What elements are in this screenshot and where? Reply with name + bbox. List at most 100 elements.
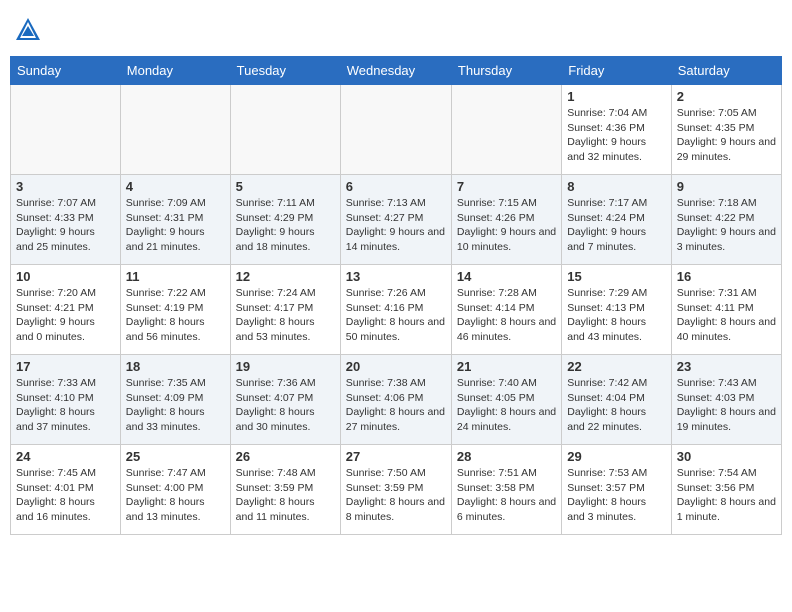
day-info: Sunrise: 7:26 AM Sunset: 4:16 PM Dayligh… xyxy=(346,286,446,345)
day-info: Sunrise: 7:53 AM Sunset: 3:57 PM Dayligh… xyxy=(567,466,665,525)
calendar-cell xyxy=(11,85,121,175)
calendar-cell: 3Sunrise: 7:07 AM Sunset: 4:33 PM Daylig… xyxy=(11,175,121,265)
day-info: Sunrise: 7:33 AM Sunset: 4:10 PM Dayligh… xyxy=(16,376,115,435)
week-row-1: 1 Sunrise: 7:04 AM Sunset: 4:36 PM Daylig… xyxy=(11,85,782,175)
day-number: 25 xyxy=(126,449,225,464)
calendar-cell: 5 Sunrise: 7:11 AM Sunset: 4:29 PM Daylig… xyxy=(230,175,340,265)
day-info: Sunrise: 7:11 AM Sunset: 4:29 PM Dayligh… xyxy=(236,196,335,255)
column-header-sunday: Sunday xyxy=(11,57,121,85)
week-row-5: 24 Sunrise: 7:45 AM Sunset: 4:01 PM Dayli… xyxy=(11,445,782,535)
calendar-cell xyxy=(230,85,340,175)
calendar-cell: 23 Sunrise: 7:43 AM Sunset: 4:03 PM Dayli… xyxy=(671,355,781,445)
day-number: 10 xyxy=(16,269,115,284)
day-info: Sunrise: 7:40 AM Sunset: 4:05 PM Dayligh… xyxy=(457,376,556,435)
calendar-cell: 30 Sunrise: 7:54 AM Sunset: 3:56 PM Dayli… xyxy=(671,445,781,535)
day-number: 22 xyxy=(567,359,665,374)
column-header-wednesday: Wednesday xyxy=(340,57,451,85)
calendar-cell: 18 Sunrise: 7:35 AM Sunset: 4:09 PM Dayli… xyxy=(120,355,230,445)
calendar-cell: 11 Sunrise: 7:22 AM Sunset: 4:19 PM Dayli… xyxy=(120,265,230,355)
day-number: 5 xyxy=(236,179,335,194)
column-header-tuesday: Tuesday xyxy=(230,57,340,85)
calendar-cell: 25 Sunrise: 7:47 AM Sunset: 4:00 PM Dayli… xyxy=(120,445,230,535)
day-number: 15 xyxy=(567,269,665,284)
day-number: 4 xyxy=(126,179,225,194)
calendar-cell: 28 Sunrise: 7:51 AM Sunset: 3:58 PM Dayli… xyxy=(451,445,561,535)
day-info: Sunrise: 7:35 AM Sunset: 4:09 PM Dayligh… xyxy=(126,376,225,435)
day-number: 8 xyxy=(567,179,665,194)
day-info: Sunrise: 7:50 AM Sunset: 3:59 PM Dayligh… xyxy=(346,466,446,525)
page-header xyxy=(10,10,782,50)
calendar-cell: 29 Sunrise: 7:53 AM Sunset: 3:57 PM Dayli… xyxy=(562,445,671,535)
calendar-cell: 17 Sunrise: 7:33 AM Sunset: 4:10 PM Dayli… xyxy=(11,355,121,445)
calendar-cell: 27 Sunrise: 7:50 AM Sunset: 3:59 PM Dayli… xyxy=(340,445,451,535)
day-info: Sunrise: 7:43 AM Sunset: 4:03 PM Dayligh… xyxy=(677,376,776,435)
column-header-thursday: Thursday xyxy=(451,57,561,85)
day-info: Sunrise: 7:20 AM Sunset: 4:21 PM Dayligh… xyxy=(16,286,115,345)
calendar-cell: 20Sunrise: 7:38 AM Sunset: 4:06 PM Dayli… xyxy=(340,355,451,445)
logo-icon xyxy=(14,16,42,44)
day-info: Sunrise: 7:31 AM Sunset: 4:11 PM Dayligh… xyxy=(677,286,776,345)
day-info: Sunrise: 7:54 AM Sunset: 3:56 PM Dayligh… xyxy=(677,466,776,525)
day-number: 19 xyxy=(236,359,335,374)
day-info: Sunrise: 7:04 AM Sunset: 4:36 PM Dayligh… xyxy=(567,106,665,165)
day-info: Sunrise: 7:28 AM Sunset: 4:14 PM Dayligh… xyxy=(457,286,556,345)
day-number: 21 xyxy=(457,359,556,374)
day-info: Sunrise: 7:45 AM Sunset: 4:01 PM Dayligh… xyxy=(16,466,115,525)
day-info: Sunrise: 7:38 AM Sunset: 4:06 PM Dayligh… xyxy=(346,376,446,435)
day-number: 26 xyxy=(236,449,335,464)
calendar-cell: 19 Sunrise: 7:36 AM Sunset: 4:07 PM Dayli… xyxy=(230,355,340,445)
calendar-cell: 12Sunrise: 7:24 AM Sunset: 4:17 PM Dayli… xyxy=(230,265,340,355)
column-header-saturday: Saturday xyxy=(671,57,781,85)
calendar-table: SundayMondayTuesdayWednesdayThursdayFrid… xyxy=(10,56,782,535)
week-row-2: 3Sunrise: 7:07 AM Sunset: 4:33 PM Daylig… xyxy=(11,175,782,265)
calendar-cell: 7Sunrise: 7:15 AM Sunset: 4:26 PM Daylig… xyxy=(451,175,561,265)
week-row-3: 10 Sunrise: 7:20 AM Sunset: 4:21 PM Dayli… xyxy=(11,265,782,355)
calendar-cell: 13 Sunrise: 7:26 AM Sunset: 4:16 PM Dayli… xyxy=(340,265,451,355)
calendar-cell: 22 Sunrise: 7:42 AM Sunset: 4:04 PM Dayli… xyxy=(562,355,671,445)
calendar-cell: 6Sunrise: 7:13 AM Sunset: 4:27 PM Daylig… xyxy=(340,175,451,265)
day-number: 6 xyxy=(346,179,446,194)
day-info: Sunrise: 7:36 AM Sunset: 4:07 PM Dayligh… xyxy=(236,376,335,435)
day-info: Sunrise: 7:22 AM Sunset: 4:19 PM Dayligh… xyxy=(126,286,225,345)
day-number: 18 xyxy=(126,359,225,374)
day-number: 2 xyxy=(677,89,776,104)
calendar-cell: 1 Sunrise: 7:04 AM Sunset: 4:36 PM Daylig… xyxy=(562,85,671,175)
day-number: 24 xyxy=(16,449,115,464)
day-number: 23 xyxy=(677,359,776,374)
day-info: Sunrise: 7:15 AM Sunset: 4:26 PM Dayligh… xyxy=(457,196,556,255)
calendar-cell xyxy=(120,85,230,175)
day-number: 29 xyxy=(567,449,665,464)
calendar-cell xyxy=(340,85,451,175)
day-number: 13 xyxy=(346,269,446,284)
logo xyxy=(14,16,46,44)
day-info: Sunrise: 7:24 AM Sunset: 4:17 PM Dayligh… xyxy=(236,286,335,345)
calendar-cell: 16 Sunrise: 7:31 AM Sunset: 4:11 PM Dayli… xyxy=(671,265,781,355)
day-info: Sunrise: 7:09 AM Sunset: 4:31 PM Dayligh… xyxy=(126,196,225,255)
day-number: 28 xyxy=(457,449,556,464)
day-number: 27 xyxy=(346,449,446,464)
calendar-cell: 21 Sunrise: 7:40 AM Sunset: 4:05 PM Dayli… xyxy=(451,355,561,445)
day-info: Sunrise: 7:05 AM Sunset: 4:35 PM Dayligh… xyxy=(677,106,776,165)
calendar-cell: 2 Sunrise: 7:05 AM Sunset: 4:35 PM Daylig… xyxy=(671,85,781,175)
calendar-cell: 8 Sunrise: 7:17 AM Sunset: 4:24 PM Daylig… xyxy=(562,175,671,265)
day-number: 16 xyxy=(677,269,776,284)
calendar-cell: 9Sunrise: 7:18 AM Sunset: 4:22 PM Daylig… xyxy=(671,175,781,265)
day-info: Sunrise: 7:42 AM Sunset: 4:04 PM Dayligh… xyxy=(567,376,665,435)
day-info: Sunrise: 7:48 AM Sunset: 3:59 PM Dayligh… xyxy=(236,466,335,525)
calendar-cell: 4 Sunrise: 7:09 AM Sunset: 4:31 PM Daylig… xyxy=(120,175,230,265)
day-info: Sunrise: 7:51 AM Sunset: 3:58 PM Dayligh… xyxy=(457,466,556,525)
calendar-cell: 15 Sunrise: 7:29 AM Sunset: 4:13 PM Dayli… xyxy=(562,265,671,355)
day-number: 9 xyxy=(677,179,776,194)
day-number: 30 xyxy=(677,449,776,464)
day-info: Sunrise: 7:47 AM Sunset: 4:00 PM Dayligh… xyxy=(126,466,225,525)
day-number: 11 xyxy=(126,269,225,284)
calendar-cell: 10 Sunrise: 7:20 AM Sunset: 4:21 PM Dayli… xyxy=(11,265,121,355)
day-number: 17 xyxy=(16,359,115,374)
column-header-monday: Monday xyxy=(120,57,230,85)
calendar-cell: 24 Sunrise: 7:45 AM Sunset: 4:01 PM Dayli… xyxy=(11,445,121,535)
day-info: Sunrise: 7:17 AM Sunset: 4:24 PM Dayligh… xyxy=(567,196,665,255)
day-number: 3 xyxy=(16,179,115,194)
day-number: 1 xyxy=(567,89,665,104)
day-info: Sunrise: 7:29 AM Sunset: 4:13 PM Dayligh… xyxy=(567,286,665,345)
calendar-cell: 14Sunrise: 7:28 AM Sunset: 4:14 PM Dayli… xyxy=(451,265,561,355)
